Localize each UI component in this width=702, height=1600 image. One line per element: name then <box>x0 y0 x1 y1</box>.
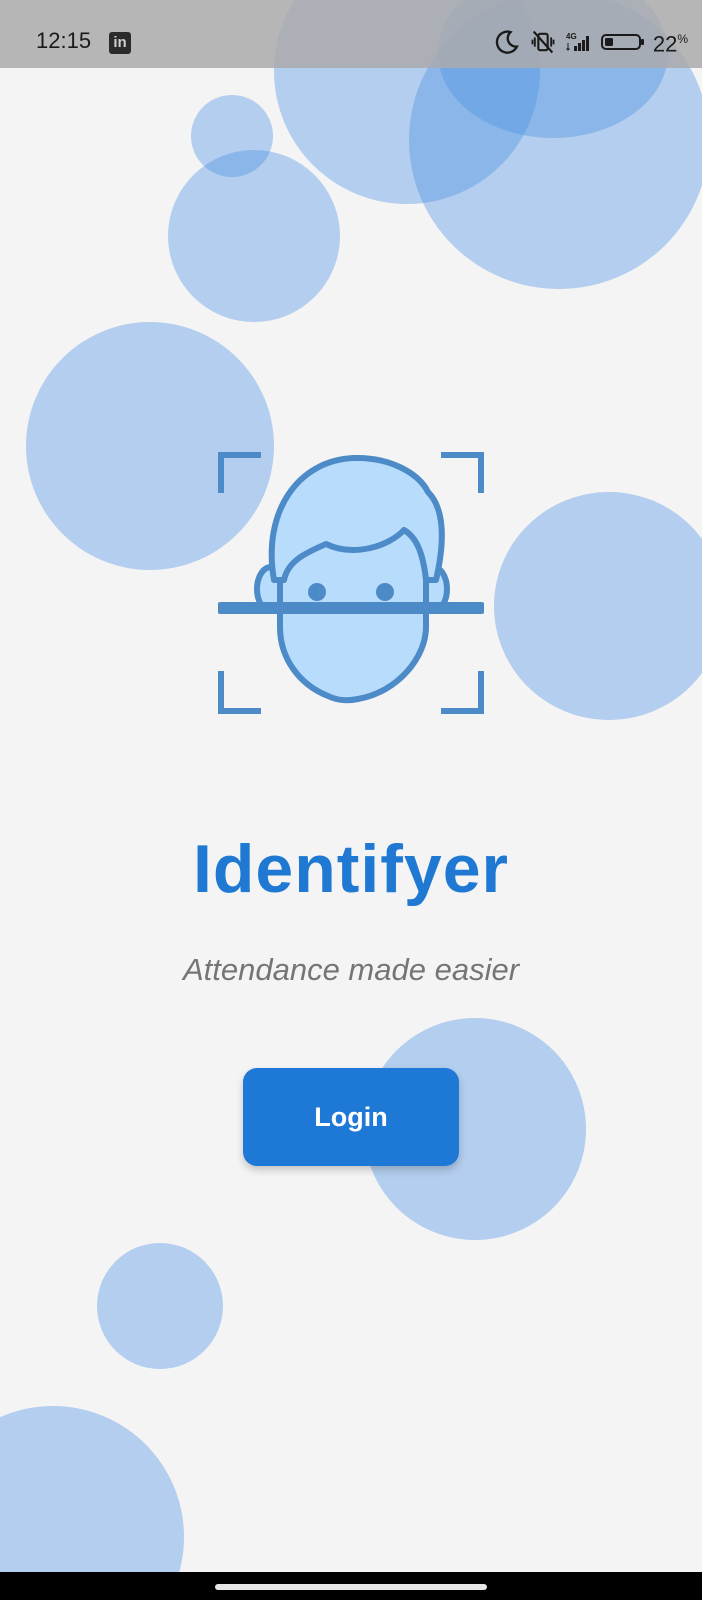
app-subtitle: Attendance made easier <box>182 952 520 987</box>
battery-percent-value: 22 <box>652 31 678 57</box>
network-label: 4G <box>566 32 577 41</box>
app-title: Identifyer <box>192 831 510 907</box>
background-bubble <box>0 1406 184 1600</box>
navigation-bar <box>0 1572 702 1600</box>
linkedin-icon: in <box>109 32 131 54</box>
background-bubble <box>168 150 340 322</box>
app-screen: 12:15 in 4G 22% Identifyer Attendance ma… <box>0 0 702 1600</box>
home-indicator[interactable] <box>215 1584 487 1590</box>
login-button[interactable]: Login <box>243 1068 459 1166</box>
face-scan-icon <box>218 452 484 714</box>
moon-icon <box>495 30 519 54</box>
background-bubble <box>494 492 702 720</box>
status-time: 12:15 <box>36 28 92 53</box>
muted-vibrate-icon <box>531 30 555 54</box>
status-icons: 4G 22% <box>493 24 688 60</box>
battery-percent-sign: % <box>677 32 688 47</box>
battery-percent: 22% <box>653 26 688 57</box>
background-bubble <box>97 1243 223 1369</box>
status-bar: 12:15 in 4G 22% <box>0 0 702 68</box>
battery-icon <box>600 34 644 50</box>
background-bubble <box>191 95 273 177</box>
4g-signal-icon: 4G <box>566 32 589 51</box>
